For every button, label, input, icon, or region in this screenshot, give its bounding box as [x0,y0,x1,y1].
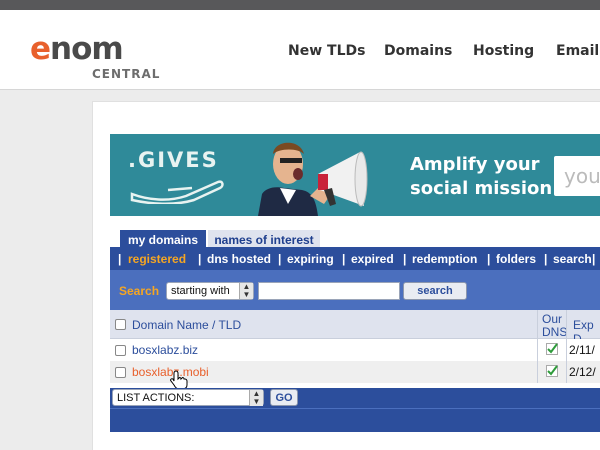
exp-date: 2/11/ [569,343,595,357]
banner-tagline-line1: Amplify your [410,154,540,175]
domain-link[interactable]: bosxlabz.biz [132,343,198,357]
hand-cursor-icon [170,370,188,390]
subnav-separator: | [403,252,407,266]
subnav-separator: | [342,252,346,266]
table-header: Domain Name / TLD Our DNS Exp D [110,310,600,346]
subnav-separator: | [487,252,491,266]
subnav-separator: | [118,252,122,266]
subnav-dns-hosted[interactable]: dns hosted [207,252,271,266]
go-button[interactable]: GO [270,389,298,406]
list-actions-bar: LIST ACTIONS: ▲ ▼ GO [110,388,600,408]
header-our-dns-line2[interactable]: DNS [542,325,567,339]
select-arrows-icon: ▲ ▼ [249,390,263,406]
subnav-separator: | [592,252,596,266]
promo-banner[interactable]: .GIVES Amplify your social mission. you [110,134,600,216]
subnav-expired[interactable]: expired [351,252,394,266]
subnav-separator: | [544,252,548,266]
tab-my-domains[interactable]: my domains [120,230,206,248]
dns-check-icon [546,343,558,355]
list-actions-value: LIST ACTIONS: [117,392,195,404]
nav-domains[interactable]: Domains [384,43,452,59]
subnav-expiring[interactable]: expiring [287,252,334,266]
table-footer [110,408,600,432]
logo-subtitle: CENTRAL [92,67,161,81]
subnav-folders[interactable]: folders [496,252,536,266]
search-input[interactable] [258,282,400,300]
column-divider [537,310,538,383]
subnav-separator: | [278,252,282,266]
banner-tagline-line2: social mission. [410,178,560,199]
megaphone-person-image [240,134,400,216]
select-all-checkbox[interactable] [115,319,126,330]
list-actions-select[interactable]: LIST ACTIONS: ▲ ▼ [112,389,264,406]
column-divider [566,310,567,383]
enom-central-logo[interactable]: enom CENTRAL [30,32,160,82]
search-label: Search [119,284,160,298]
row-checkbox[interactable] [115,367,126,378]
search-mode-value: starting with [171,285,230,297]
header-our-dns-line1[interactable]: Our [542,312,562,326]
table-row: bosxlabz.mobi 2/12/ [110,361,600,390]
top-strip [0,0,600,10]
select-arrows-icon: ▲ ▼ [239,283,253,299]
site-header: enom CENTRAL New TLDs Domains Hosting Em… [0,10,600,90]
nav-email[interactable]: Email [556,43,599,59]
subnav-search[interactable]: search [553,252,592,266]
logo-nom: nom [50,31,124,67]
banner-gives-text: .GIVES [128,148,219,172]
subnav-separator: | [198,252,202,266]
dns-check-icon [546,365,558,377]
banner-input[interactable]: you [554,156,600,196]
row-checkbox[interactable] [115,345,126,356]
search-mode-select[interactable]: starting with ▲ ▼ [166,282,254,300]
subnav-registered[interactable]: registered [128,252,186,266]
exp-date: 2/12/ [569,365,596,379]
domain-subnav: | registered | dns hosted | expiring | e… [110,247,600,270]
search-bar: Search starting with ▲ ▼ search [110,270,600,310]
logo-e: e [30,31,51,67]
nav-hosting[interactable]: Hosting [473,43,534,59]
tab-names-of-interest[interactable]: names of interest [208,230,320,248]
table-row: bosxlabz.biz 2/11/ [110,339,600,361]
search-button[interactable]: search [403,282,467,300]
nav-new-tlds[interactable]: New TLDs [288,43,365,59]
header-domain-name[interactable]: Domain Name / TLD [132,318,241,332]
subnav-redemption[interactable]: redemption [412,252,477,266]
hand-icon [130,180,224,204]
